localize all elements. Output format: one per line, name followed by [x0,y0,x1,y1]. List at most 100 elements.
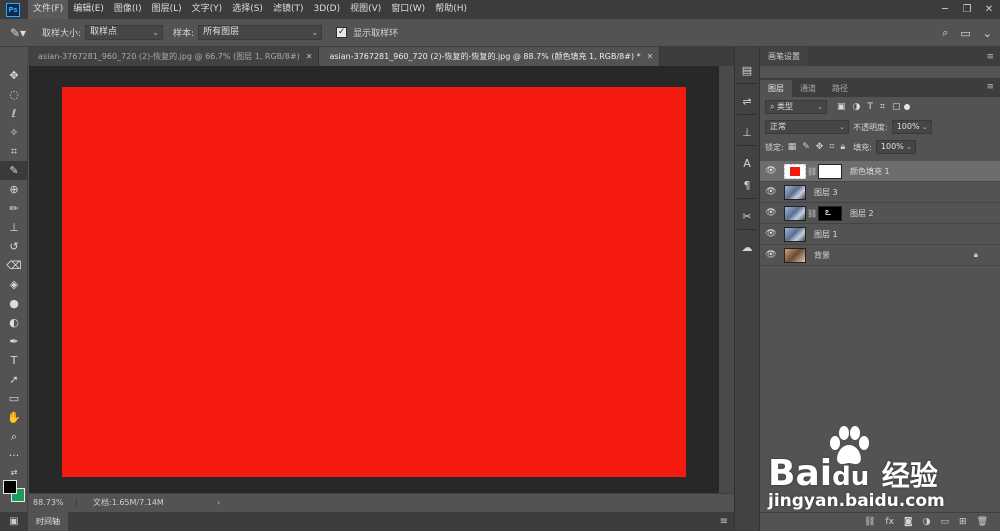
filter-toggle[interactable] [904,104,911,110]
character-panel-icon[interactable]: A [735,152,759,174]
tab-document-1[interactable]: asian-3767281_960_720 (2)-恢复的.jpg @ 66.7… [28,47,320,66]
more-tools-icon[interactable]: ··· [0,446,28,465]
eyedropper-tool-preset-icon[interactable]: ✎▾ [0,19,36,47]
visibility-eye-icon[interactable]: 👁︎ [760,166,782,176]
tab-timeline[interactable]: 时间轴 [28,512,68,531]
fill-input[interactable]: 100% ⌄ [875,140,916,154]
quick-select-tool-icon[interactable]: ✧ [0,123,28,142]
lock-position-icon[interactable]: ✥ [816,142,824,152]
panel-menu-icon[interactable]: ≡ [720,516,728,527]
move-tool-icon[interactable]: ✥ [0,66,28,85]
paragraph-panel-icon[interactable]: ¶ [735,174,759,196]
tool-presets-panel-icon[interactable]: ✂ [735,205,759,227]
minimize-icon[interactable]: ─ [934,0,956,19]
menu-edit[interactable]: 编辑(E) [68,0,109,19]
layer-row-layer-1[interactable]: 👁︎ 图层 1 [760,224,1000,245]
zoom-tool-icon[interactable]: ⌕ [0,427,28,446]
menu-view[interactable]: 视图(V) [345,0,386,19]
pixel-filter-icon[interactable]: ▣ [837,102,846,112]
new-group-icon[interactable]: ▭ [941,517,950,527]
history-brush-tool-icon[interactable]: ↺ [0,237,28,256]
close-icon[interactable]: ✕ [978,0,1000,19]
search-icon[interactable]: ⌕ [942,26,948,40]
opacity-input[interactable]: 100% ⌄ [891,120,932,134]
libraries-panel-icon[interactable]: ☁ [735,236,759,258]
visibility-eye-icon[interactable]: 👁︎ [760,229,782,239]
lock-artboard-icon[interactable]: ⌗ [829,142,834,152]
link-chain-icon[interactable]: ⛓︎ [807,209,817,218]
layer-row-color-fill[interactable]: 👁︎ ⛓︎ 颜色填充 1 [760,161,1000,182]
menu-filter[interactable]: 滤镜(T) [268,0,309,19]
path-selection-tool-icon[interactable]: ➚ [0,370,28,389]
sample-size-select[interactable]: 取样点 ⌄ [85,25,164,40]
healing-brush-tool-icon[interactable]: ⊕ [0,180,28,199]
layer-thumbnail[interactable] [784,184,806,200]
menu-3d[interactable]: 3D(D) [308,0,345,19]
dodge-tool-icon[interactable]: ◐ [0,313,28,332]
layer-name[interactable]: 图层 2 [850,208,874,219]
crop-tool-icon[interactable]: ⌗ [0,142,28,161]
marquee-tool-icon[interactable]: ◌ [0,85,28,104]
layer-row-layer-3[interactable]: 👁︎ 图层 3 [760,182,1000,203]
chevron-right-icon[interactable]: › [217,498,220,507]
menu-layer[interactable]: 图层(L) [147,0,187,19]
tab-brush-settings[interactable]: 画笔设置 [760,47,808,66]
clone-source-panel-icon[interactable]: ⊥ [735,121,759,143]
foreground-color-swatch[interactable] [3,480,17,494]
visibility-eye-icon[interactable]: 👁︎ [760,208,782,218]
layer-row-background[interactable]: 👁︎ 背景 🔒︎ [760,245,1000,266]
workspace-icon[interactable]: ▭ [960,27,970,40]
menu-image[interactable]: 图像(I) [109,0,147,19]
new-adjustment-icon[interactable]: ◑ [923,517,931,527]
type-tool-icon[interactable]: T [0,351,28,370]
hand-tool-icon[interactable]: ✋ [0,408,28,427]
lock-transparency-icon[interactable]: ▦ [788,142,797,152]
close-tab-icon[interactable]: ✕ [647,52,654,61]
layer-thumbnail[interactable] [784,226,806,242]
panel-menu-icon[interactable]: ≡ [986,82,994,92]
shape-filter-icon[interactable]: ⌗ [880,102,885,112]
layer-name[interactable]: 颜色填充 1 [850,166,890,177]
swap-colors-icon[interactable]: ⇄ [0,465,28,479]
show-ring-checkbox[interactable]: ✓ [336,27,348,38]
menu-window[interactable]: 窗口(W) [386,0,430,19]
tab-document-2[interactable]: asian-3767281_960_720 (2)-恢复的-恢复的.jpg @ … [319,47,661,66]
eyedropper-tool-icon[interactable]: ✎ [0,161,28,180]
adjustment-filter-icon[interactable]: ◑ [853,102,861,112]
layer-row-layer-2[interactable]: 👁︎ ⛓︎ 图层 2 [760,203,1000,224]
layer-thumbnail[interactable] [784,247,806,263]
delete-layer-icon[interactable]: 🗑︎ [977,517,988,527]
canvas-workspace[interactable] [29,66,719,493]
visibility-eye-icon[interactable]: 👁︎ [760,187,782,197]
rectangle-tool-icon[interactable]: ▭ [0,389,28,408]
close-tab-icon[interactable]: ✕ [306,52,313,61]
layer-mask-thumbnail[interactable] [818,205,842,221]
lock-pixels-icon[interactable]: ✎ [802,142,810,152]
restore-icon[interactable]: ❐ [956,0,978,19]
color-fill-thumbnail[interactable] [784,163,806,179]
layer-name[interactable]: 背景 [814,250,830,261]
menu-help[interactable]: 帮助(H) [430,0,472,19]
pen-tool-icon[interactable]: ✒ [0,332,28,351]
blend-mode-select[interactable]: 正常 ⌄ [765,120,849,134]
layer-filter-select[interactable]: ⌕ 类型 ⌄ [765,100,827,114]
clone-stamp-tool-icon[interactable]: ⊥ [0,218,28,237]
menu-file[interactable]: 文件(F) [28,0,69,19]
add-mask-icon[interactable]: ◙ [904,517,913,527]
vertical-scrollbar[interactable] [719,66,734,493]
type-filter-icon[interactable]: T [867,102,873,112]
photoshop-logo-icon[interactable]: Ps [6,2,20,17]
visibility-eye-icon[interactable]: 👁︎ [760,250,782,260]
tab-layers[interactable]: 图层 [760,80,792,97]
sample-select[interactable]: 所有图层 ⌄ [198,25,323,40]
menu-select[interactable]: 选择(S) [227,0,268,19]
layer-name[interactable]: 图层 3 [814,187,838,198]
brush-tool-icon[interactable]: ✏ [0,199,28,218]
menu-type[interactable]: 文字(Y) [187,0,228,19]
eraser-tool-icon[interactable]: ⌫ [0,256,28,275]
lock-all-icon[interactable]: 🔒︎ [840,142,845,152]
panel-menu-icon[interactable]: ≡ [986,52,994,62]
paint-bucket-tool-icon[interactable]: ◈ [0,275,28,294]
workspace-chevron-icon[interactable]: ⌄ [983,27,992,40]
link-chain-icon[interactable]: ⛓︎ [807,167,817,176]
